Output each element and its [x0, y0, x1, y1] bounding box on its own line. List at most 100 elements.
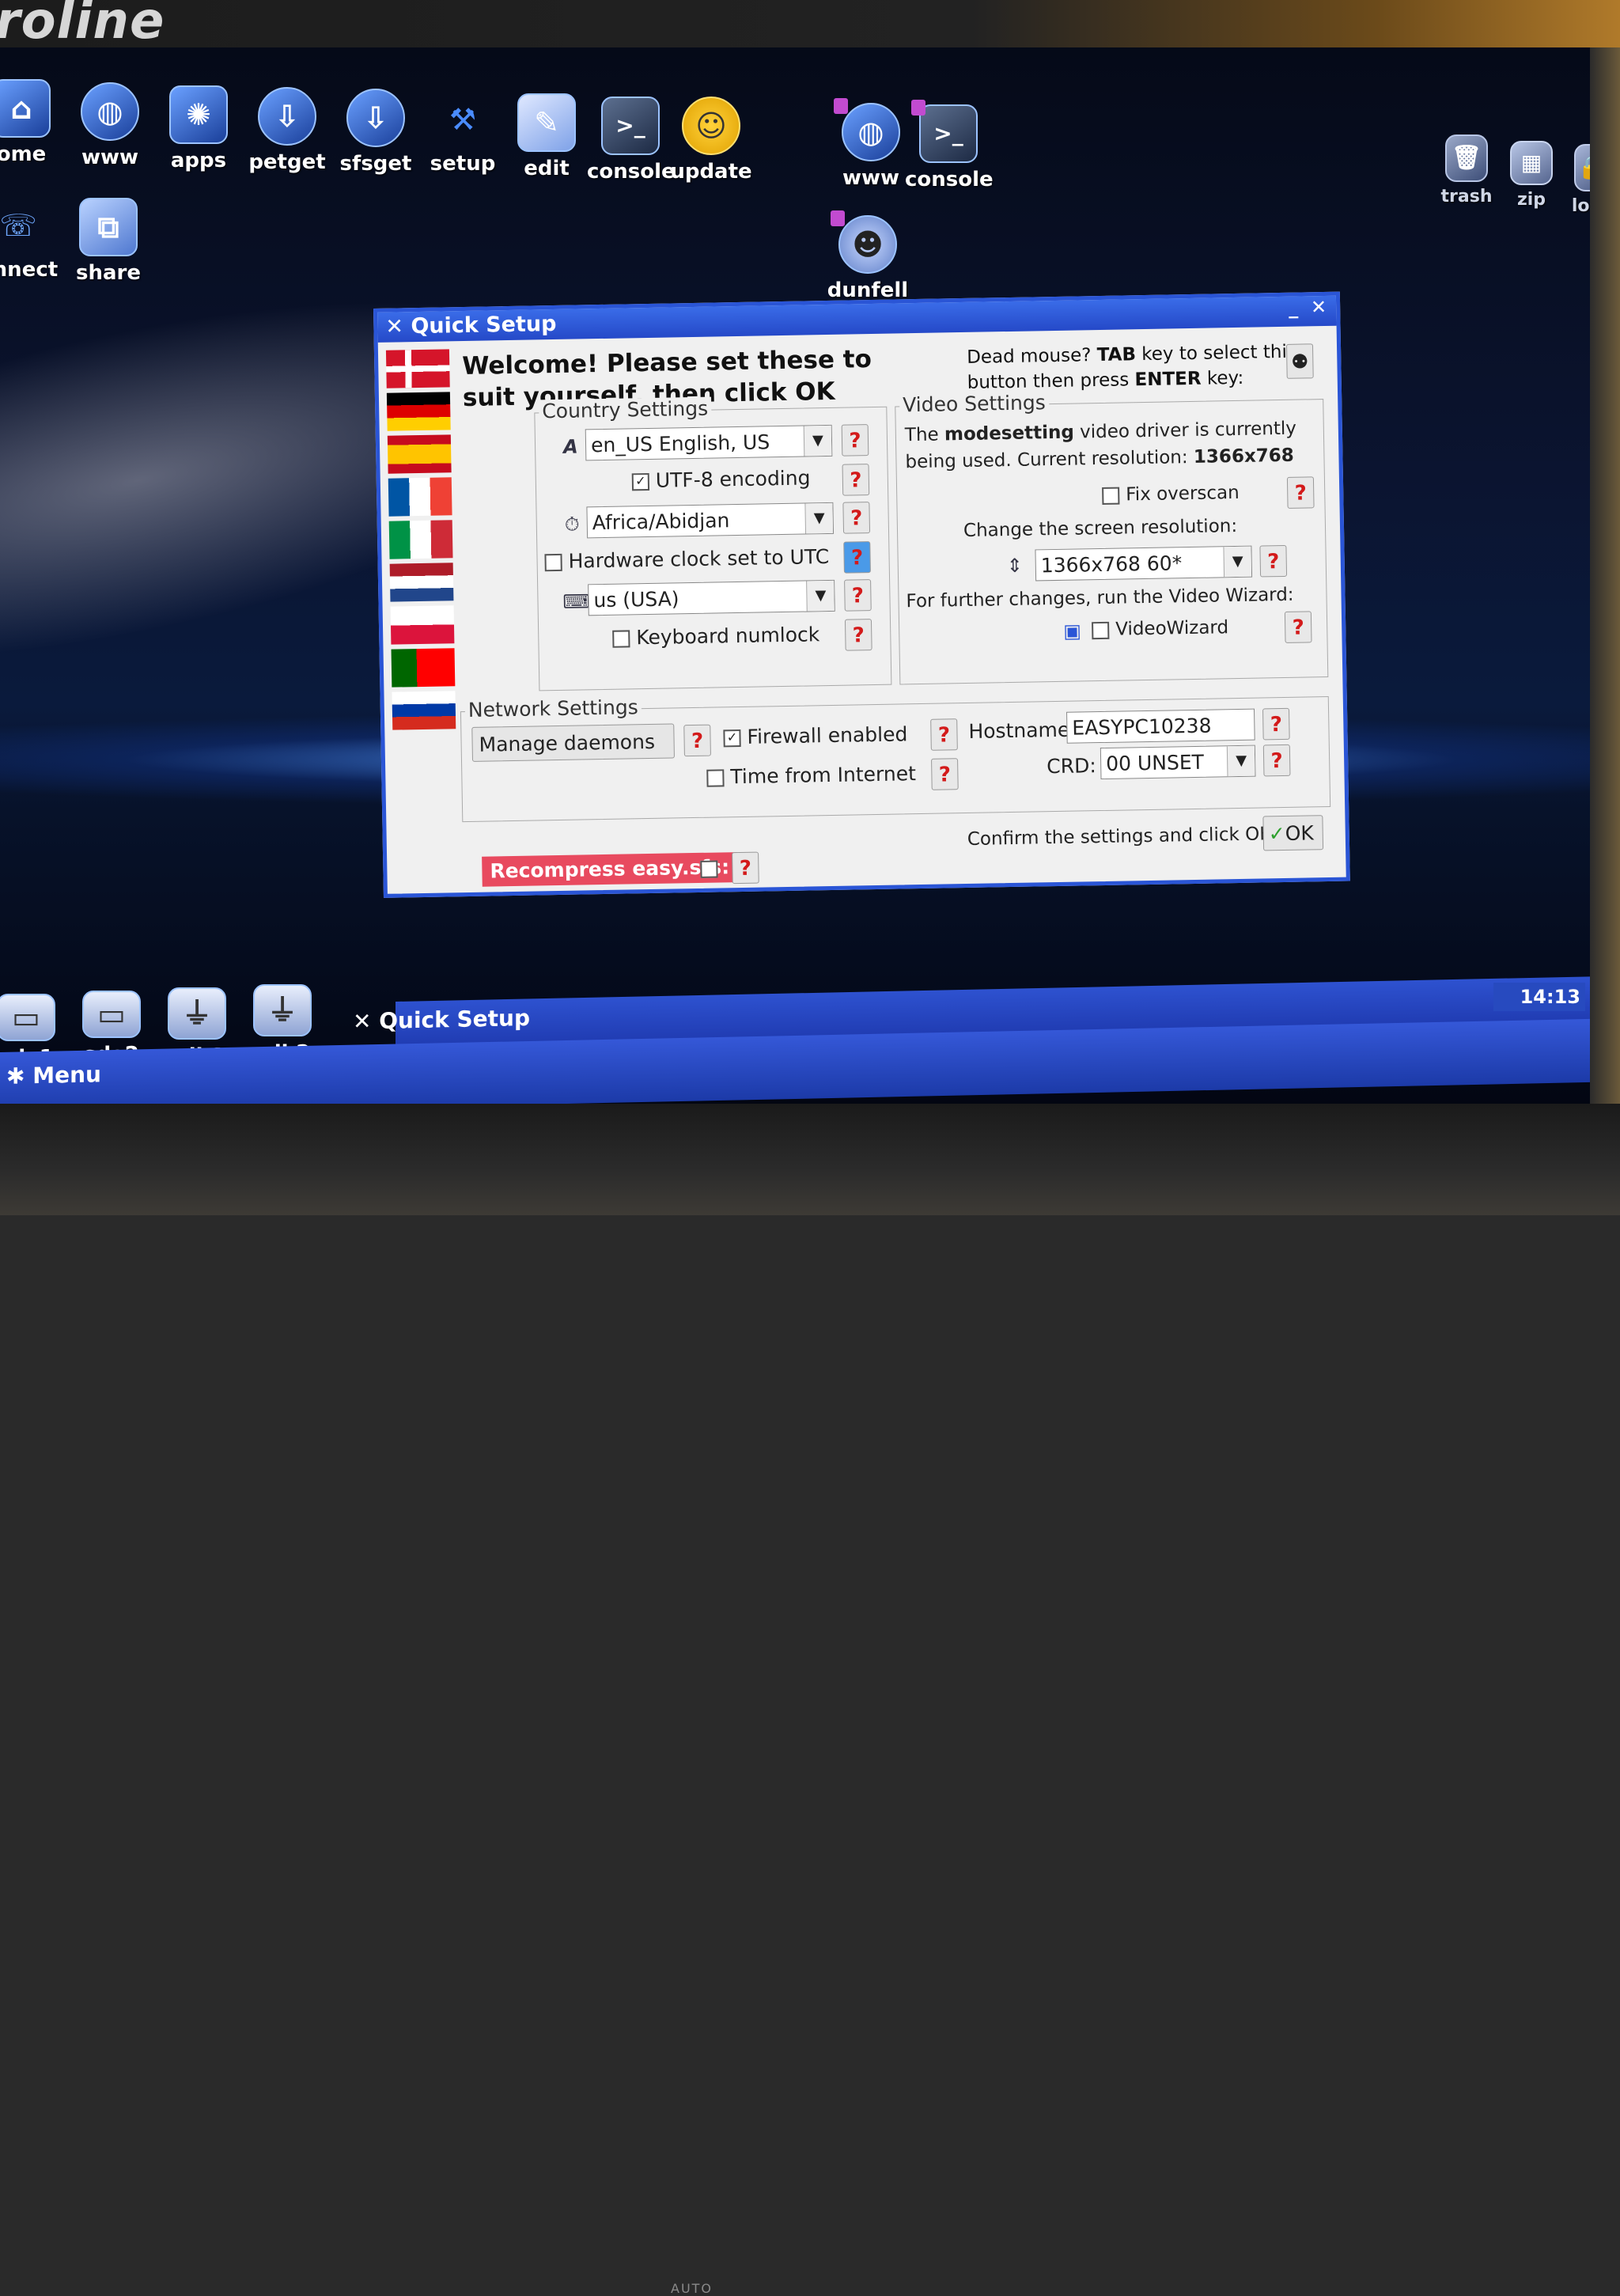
- country-settings-title: Country Settings: [539, 396, 712, 423]
- video-wizard-checkbox-row[interactable]: VideoWizard: [1092, 617, 1228, 640]
- crd-select[interactable]: 00 UNSET ▼: [1100, 744, 1256, 780]
- desktop-icon-console-locked[interactable]: >_ console: [905, 100, 994, 191]
- overscan-help-button[interactable]: ?: [1286, 476, 1315, 509]
- crd-label: CRD:: [1046, 754, 1096, 779]
- chevron-down-icon[interactable]: ▼: [806, 580, 835, 612]
- timezone-select[interactable]: Africa/Abidjan ▼: [586, 502, 835, 539]
- recompress-checkbox[interactable]: [700, 860, 718, 878]
- close-button[interactable]: ✕: [1311, 296, 1327, 318]
- hwclock-help-button[interactable]: ?: [843, 541, 871, 574]
- flag-poland-icon[interactable]: [390, 605, 455, 645]
- time-internet-checkbox[interactable]: [706, 769, 725, 787]
- desktop-icon-lock[interactable]: 🔒 lock: [1560, 144, 1590, 216]
- time-internet-help-button[interactable]: ?: [931, 758, 959, 790]
- dialog-title: Quick Setup: [411, 311, 557, 339]
- keyboard-help-button[interactable]: ?: [844, 579, 872, 612]
- video-wizard-icon: ▣: [1063, 619, 1082, 642]
- keyboard-icon: ⌨: [562, 590, 591, 613]
- overscan-checkbox[interactable]: [1102, 487, 1120, 505]
- chevron-down-icon[interactable]: ▼: [804, 502, 834, 534]
- flag-germany-icon[interactable]: [386, 392, 451, 431]
- desktop-icon-apps[interactable]: ✺ apps: [155, 85, 242, 172]
- desktop-icon-connect[interactable]: ☏ onnect: [0, 198, 62, 282]
- monitor-auto-label[interactable]: AUTO: [671, 2281, 713, 2296]
- crd-help-button[interactable]: ?: [1262, 744, 1291, 777]
- recompress-help-button[interactable]: ?: [732, 851, 759, 885]
- flag-italy-icon[interactable]: [388, 520, 453, 559]
- lock-icon: [834, 98, 848, 114]
- flag-spain-icon[interactable]: [387, 434, 452, 474]
- home-icon: ⌂: [0, 79, 51, 138]
- minimize-button[interactable]: _: [1289, 297, 1298, 319]
- hostname-label: Hostname:: [968, 718, 1077, 743]
- check-icon: ✓: [1268, 821, 1285, 846]
- confirm-hint: Confirm the settings and click OK:: [967, 824, 1278, 850]
- globe-icon: ◍: [842, 103, 900, 161]
- monitor-brand-logo: roline: [0, 0, 165, 51]
- desktop-icon-sfsget[interactable]: ⇩ sfsget: [332, 89, 419, 176]
- time-internet-checkbox-row[interactable]: Time from Internet: [706, 762, 916, 789]
- chevron-down-icon[interactable]: ▼: [1223, 546, 1252, 578]
- download-icon: ⇩: [346, 89, 405, 147]
- desktop-icon-www-locked[interactable]: ◍ www: [827, 98, 914, 190]
- daemons-help-button[interactable]: ?: [683, 724, 711, 757]
- usb-drive-icon: ⏚: [168, 987, 226, 1040]
- clock-icon: ⏱: [564, 513, 580, 536]
- firewall-help-button[interactable]: ?: [930, 718, 958, 751]
- lock-icon: [831, 210, 845, 226]
- resolution-select[interactable]: 1366x768 60* ▼: [1035, 545, 1253, 582]
- firewall-checkbox-row[interactable]: ✓ Firewall enabled: [723, 722, 908, 748]
- network-icon: ☏: [0, 208, 37, 243]
- taskbar-task-quick-setup[interactable]: ✕ Quick Setup: [353, 1005, 530, 1035]
- desktop-icon-setup[interactable]: ⚒ setup: [419, 92, 506, 176]
- flag-denmark-icon[interactable]: [385, 349, 450, 388]
- desktop-icon-console[interactable]: >_ console: [587, 97, 676, 184]
- chevron-down-icon[interactable]: ▼: [803, 425, 832, 457]
- terminal-icon: >_: [601, 97, 660, 155]
- locale-select[interactable]: en_US English, US ▼: [585, 424, 833, 461]
- flag-netherlands-icon[interactable]: [389, 563, 454, 602]
- tools-icon: ⚒: [449, 102, 477, 137]
- flag-france-icon[interactable]: [388, 477, 452, 517]
- flag-portugal-icon[interactable]: [391, 648, 456, 688]
- numlock-checkbox-row[interactable]: Keyboard numlock: [612, 623, 820, 650]
- download-icon: ⇩: [258, 87, 316, 146]
- edit-icon: ✎: [517, 93, 576, 152]
- utf8-help-button[interactable]: ?: [842, 464, 870, 496]
- numlock-help-button[interactable]: ?: [844, 619, 872, 651]
- ok-button[interactable]: ✓OK: [1262, 815, 1324, 851]
- desktop-icon-dunfell[interactable]: ☻ dunfell: [824, 210, 911, 302]
- desktop-icon-trash[interactable]: 🗑 trash: [1429, 135, 1505, 206]
- hostname-help-button[interactable]: ?: [1262, 707, 1290, 741]
- firewall-checkbox[interactable]: ✓: [723, 729, 741, 748]
- desktop-icon-petget[interactable]: ⇩ petget: [244, 87, 331, 174]
- desktop-icon-share[interactable]: ⧉ share: [65, 198, 152, 285]
- apps-icon: ✺: [169, 85, 228, 144]
- locale-help-button[interactable]: ?: [841, 424, 869, 457]
- desktop-icon-home[interactable]: ⌂ ome: [0, 79, 65, 166]
- tools-icon: ✕: [353, 1007, 380, 1035]
- desktop-icon-zip[interactable]: ▦ zip: [1500, 141, 1563, 210]
- resolution-help-button[interactable]: ?: [1259, 544, 1288, 578]
- taskbar-clock[interactable]: 14:13: [1493, 983, 1585, 1011]
- keyboard-select[interactable]: us (USA) ▼: [588, 579, 835, 616]
- dead-mouse-button[interactable]: ⚉: [1285, 343, 1314, 379]
- monitor-bezel-side: [1590, 47, 1620, 1108]
- taskbar-menu-button[interactable]: ✱ Menu: [6, 1061, 101, 1089]
- video-wizard-help-button[interactable]: ?: [1284, 611, 1312, 643]
- hostname-input[interactable]: EASYPC10238: [1066, 708, 1255, 744]
- overscan-checkbox-row[interactable]: Fix overscan: [1102, 483, 1240, 506]
- video-wizard-checkbox[interactable]: [1092, 621, 1110, 639]
- chevron-down-icon[interactable]: ▼: [1226, 745, 1255, 777]
- hwclock-checkbox[interactable]: [544, 553, 562, 572]
- manage-daemons-button[interactable]: Manage daemons: [471, 723, 675, 762]
- numlock-checkbox[interactable]: [612, 630, 630, 648]
- desktop-icon-update[interactable]: ☺ update: [668, 97, 755, 184]
- desktop-icon-edit[interactable]: ✎ edit: [503, 93, 590, 180]
- flag-russia-icon[interactable]: [392, 691, 456, 730]
- zip-icon: ▦: [1510, 141, 1553, 185]
- utf8-checkbox-row[interactable]: ✓ UTF-8 encoding: [631, 466, 811, 492]
- utf8-checkbox[interactable]: ✓: [631, 472, 650, 491]
- desktop-icon-www[interactable]: ◍ www: [66, 82, 153, 169]
- timezone-help-button[interactable]: ?: [842, 502, 871, 534]
